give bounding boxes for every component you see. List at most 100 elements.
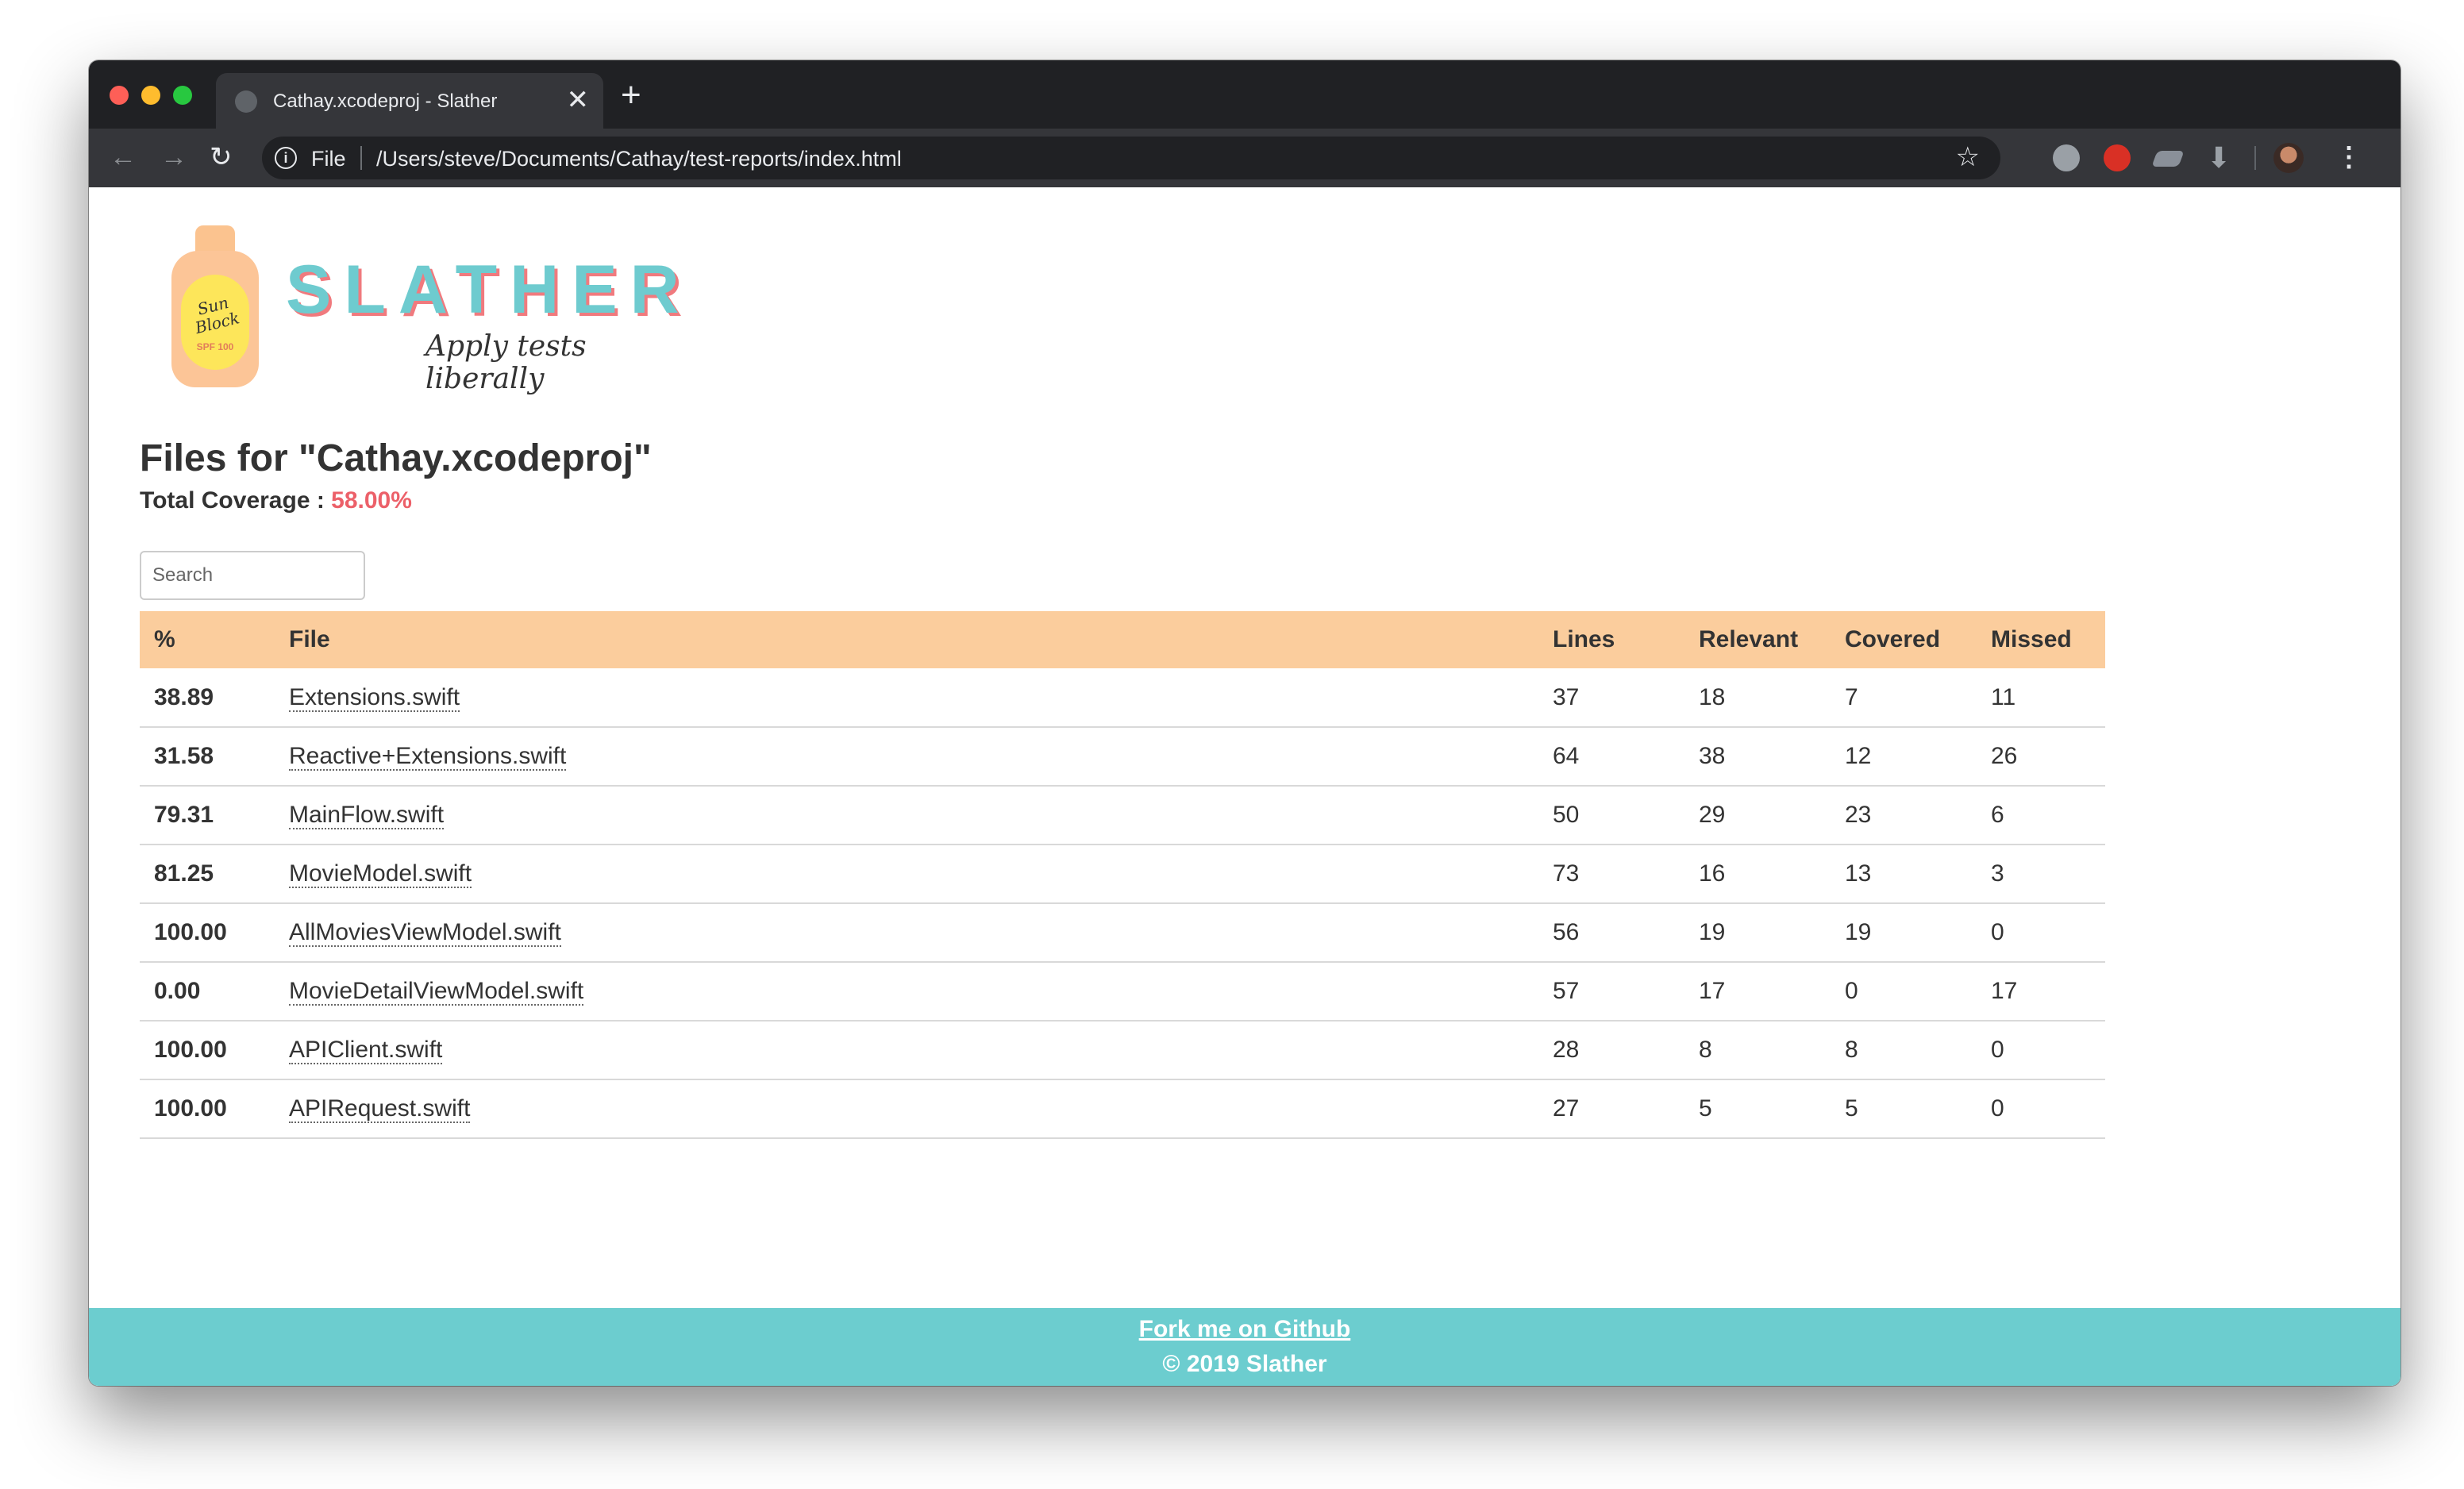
address-divider <box>360 146 362 170</box>
lines-cell: 37 <box>1538 668 1684 728</box>
missed-cell: 11 <box>1977 668 2105 728</box>
bookmark-star-icon[interactable]: ☆ <box>1956 141 1980 173</box>
file-link[interactable]: Extensions.swift <box>289 683 460 712</box>
page-title: Files for "Cathay.xcodeproj" <box>140 437 652 479</box>
tab-title: Cathay.xcodeproj - Slather <box>273 90 498 112</box>
coverage-label: Total Coverage : <box>140 487 332 514</box>
extension-shark-icon[interactable] <box>2151 151 2185 167</box>
new-tab-button[interactable]: + <box>621 78 641 113</box>
lines-cell: 27 <box>1538 1079 1684 1139</box>
close-icon[interactable]: ✕ <box>567 84 590 116</box>
lines-cell: 50 <box>1538 786 1684 845</box>
browser-toolbar: ← → ↻ i File /Users/steve/Documents/Cath… <box>89 129 2400 187</box>
header-relevant[interactable]: Relevant <box>1684 611 1831 668</box>
file-link[interactable]: Reactive+Extensions.swift <box>289 743 567 771</box>
reload-icon[interactable]: ↻ <box>210 140 233 175</box>
page-footer: Fork me on Github © 2019 Slather <box>89 1308 2400 1386</box>
relevant-cell: 18 <box>1684 668 1831 728</box>
total-coverage: Total Coverage : 58.00% <box>140 487 412 514</box>
browser-window: Cathay.xcodeproj - Slather ✕ + ← → ↻ i F… <box>89 60 2400 1386</box>
covered-cell: 19 <box>1831 903 1977 963</box>
toolbar-divider <box>2254 146 2256 170</box>
table-row: 81.25 MovieModel.swift 73 16 13 3 <box>140 845 2105 904</box>
table-row: 38.89 Extensions.swift 37 18 7 11 <box>140 668 2105 728</box>
table-row: 100.00 AllMoviesViewModel.swift 56 19 19 0 <box>140 903 2105 963</box>
file-link[interactable]: MainFlow.swift <box>289 802 445 829</box>
adblock-icon[interactable] <box>2104 144 2131 171</box>
missed-cell: 26 <box>1977 727 2105 787</box>
header-file[interactable]: File <box>275 611 1538 668</box>
search-input[interactable] <box>140 551 365 600</box>
relevant-cell: 8 <box>1684 1021 1831 1080</box>
browser-tab[interactable]: Cathay.xcodeproj - Slather ✕ <box>216 73 603 129</box>
address-bar[interactable]: i File /Users/steve/Documents/Cathay/tes… <box>262 137 2000 179</box>
back-arrow-icon[interactable]: ← <box>110 140 137 175</box>
brand-name: SLATHER <box>286 252 692 328</box>
header-pct[interactable]: % <box>140 611 275 668</box>
tab-bar: Cathay.xcodeproj - Slather ✕ + <box>89 60 2400 129</box>
bottle-cap <box>195 225 235 254</box>
coverage-percent: 31.58 <box>140 727 275 787</box>
file-link[interactable]: AllMoviesViewModel.swift <box>289 919 561 947</box>
header-covered[interactable]: Covered <box>1831 611 1977 668</box>
missed-cell: 6 <box>1977 786 2105 845</box>
file-cell: MainFlow.swift <box>275 786 1538 845</box>
table-row: 100.00 APIClient.swift 28 8 8 0 <box>140 1021 2105 1080</box>
menu-dots-icon[interactable]: ⋮ <box>2335 140 2362 175</box>
header-lines[interactable]: Lines <box>1538 611 1684 668</box>
covered-cell: 7 <box>1831 668 1977 728</box>
file-link[interactable]: MovieDetailViewModel.swift <box>289 978 584 1006</box>
file-cell: APIRequest.swift <box>275 1079 1538 1139</box>
forward-arrow-icon[interactable]: → <box>160 140 187 175</box>
download-icon[interactable]: ⬇ <box>2207 144 2234 172</box>
file-cell: AllMoviesViewModel.swift <box>275 903 1538 963</box>
url-text[interactable]: /Users/steve/Documents/Cathay/test-repor… <box>376 147 902 171</box>
coverage-percent: 81.25 <box>140 845 275 904</box>
table-header-row: % File Lines Relevant Covered Missed <box>140 611 2105 668</box>
covered-cell: 12 <box>1831 727 1977 787</box>
coverage-percent: 100.00 <box>140 1021 275 1080</box>
covered-cell: 0 <box>1831 962 1977 1022</box>
missed-cell: 0 <box>1977 1021 2105 1080</box>
relevant-cell: 38 <box>1684 727 1831 787</box>
profile-avatar[interactable] <box>2273 143 2304 173</box>
lines-cell: 28 <box>1538 1021 1684 1080</box>
minimize-window-button[interactable] <box>141 86 160 105</box>
page-viewport: Sun Block SPF 100 SLATHER Apply tests li… <box>89 187 2400 1386</box>
missed-cell: 3 <box>1977 845 2105 904</box>
coverage-percent: 100.00 <box>140 903 275 963</box>
slather-logo: Sun Block SPF 100 SLATHER Apply tests li… <box>171 219 687 395</box>
coverage-percent: 79.31 <box>140 786 275 845</box>
close-window-button[interactable] <box>110 86 129 105</box>
bottle-label: Sun Block SPF 100 <box>181 275 249 370</box>
file-link[interactable]: APIClient.swift <box>289 1037 443 1064</box>
file-cell: APIClient.swift <box>275 1021 1538 1080</box>
lines-cell: 57 <box>1538 962 1684 1022</box>
coverage-table: % File Lines Relevant Covered Missed 38.… <box>140 611 2105 1139</box>
missed-cell: 0 <box>1977 903 2105 963</box>
extension-icon[interactable] <box>2053 144 2080 171</box>
covered-cell: 5 <box>1831 1079 1977 1139</box>
coverage-value: 58.00% <box>331 487 412 514</box>
info-icon[interactable]: i <box>275 147 297 169</box>
table-row: 100.00 APIRequest.swift 27 5 5 0 <box>140 1079 2105 1139</box>
file-cell: Reactive+Extensions.swift <box>275 727 1538 787</box>
file-link[interactable]: MovieModel.swift <box>289 860 472 888</box>
file-cell: MovieModel.swift <box>275 845 1538 904</box>
missed-cell: 17 <box>1977 962 2105 1022</box>
relevant-cell: 5 <box>1684 1079 1831 1139</box>
maximize-window-button[interactable] <box>173 86 192 105</box>
fork-github-link[interactable]: Fork me on Github <box>89 1316 2400 1343</box>
globe-icon <box>235 90 257 113</box>
file-link[interactable]: APIRequest.swift <box>289 1095 471 1123</box>
lines-cell: 73 <box>1538 845 1684 904</box>
covered-cell: 23 <box>1831 786 1977 845</box>
covered-cell: 13 <box>1831 845 1977 904</box>
coverage-percent: 38.89 <box>140 668 275 728</box>
table-body: 38.89 Extensions.swift 37 18 7 11 31.58 Reactiv… <box>140 668 2105 1139</box>
scheme-label: File <box>311 147 346 171</box>
relevant-cell: 19 <box>1684 903 1831 963</box>
coverage-percent: 0.00 <box>140 962 275 1022</box>
copyright-text: © 2019 Slather <box>1162 1351 1327 1377</box>
header-missed[interactable]: Missed <box>1977 611 2105 668</box>
